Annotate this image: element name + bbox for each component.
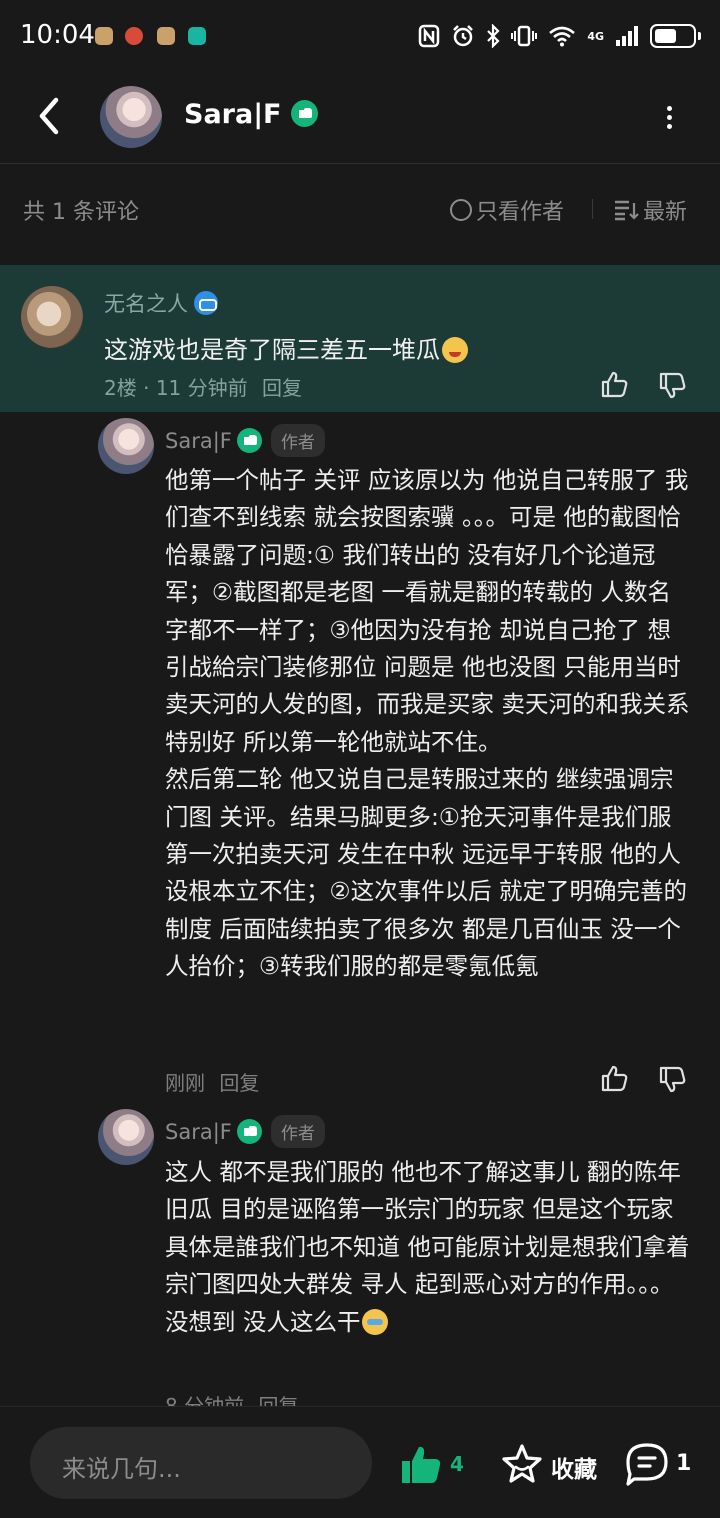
more-dot-icon <box>667 115 672 120</box>
author-tag: 作者 <box>270 1115 325 1148</box>
comment-count-label: 共 1 条评论 <box>23 200 139 225</box>
commenter-avatar[interactable] <box>21 286 83 348</box>
back-button[interactable] <box>32 94 72 138</box>
reply-text: 他第一个帖子 关评 应该原以为 他说自己转服了 我们查不到线索 就会按图索骥 。… <box>165 462 690 986</box>
meta-separator: · <box>143 376 150 400</box>
wifi-icon <box>549 26 576 47</box>
network-type: 4G <box>587 29 604 43</box>
crying-emoji-icon <box>362 1308 389 1335</box>
sort-button[interactable]: 最新 <box>613 194 687 226</box>
reply-author[interactable]: Sara|F 作者 <box>165 424 325 457</box>
header-user[interactable]: Sara|F <box>184 99 318 130</box>
sort-label: 最新 <box>643 200 688 225</box>
notification-app-icon <box>125 27 143 45</box>
header-divider <box>0 163 720 164</box>
comment-text: 这游戏也是奇了隔三差五一堆瓜 <box>104 330 468 365</box>
filter-divider <box>592 199 593 219</box>
star-icon[interactable] <box>500 1442 544 1486</box>
like-count: 4 <box>450 1452 464 1476</box>
alarm-icon <box>453 25 474 47</box>
reply-button[interactable]: 回复 <box>219 1071 259 1095</box>
commenter-username: 无名之人 <box>104 292 188 316</box>
reply-username: Sara|F <box>165 428 232 453</box>
notification-app-icon <box>157 27 175 45</box>
thumbs-down-icon[interactable] <box>658 372 686 400</box>
reply-author[interactable]: Sara|F 作者 <box>165 1115 325 1148</box>
reply-paragraph: 这人 都不是我们服的 他也不了解这事儿 翻的陈年旧瓜 目的是诬陷第一张宗门的玩家… <box>165 1158 690 1336</box>
like-icon[interactable] <box>399 1442 443 1486</box>
verified-badge-icon <box>236 1119 262 1144</box>
reply-paragraph: 然后第二轮 他又说自己是转服过来的 继续强调宗门图 关评。结果马脚更多:①抢天河… <box>165 765 688 981</box>
comment-icon[interactable] <box>624 1441 670 1487</box>
signal-icon <box>616 26 638 46</box>
reply-time: 刚刚 <box>165 1071 205 1095</box>
more-dot-icon <box>667 124 672 129</box>
notification-app-icon <box>95 27 113 45</box>
radio-circle-icon <box>450 199 472 221</box>
more-options-button[interactable] <box>660 106 680 130</box>
sort-icon <box>615 200 639 221</box>
reply-meta: 刚刚 回复 <box>165 1067 259 1096</box>
comment-count: 1 <box>676 1451 692 1476</box>
thumbs-up-icon[interactable] <box>600 370 628 398</box>
nfc-icon <box>419 24 440 48</box>
comment-text-content: 这游戏也是奇了隔三差五一堆瓜 <box>104 336 440 364</box>
reply-paragraph: 他第一个帖子 关评 应该原以为 他说自己转服了 我们查不到线索 就会按图索骥 。… <box>165 466 690 756</box>
verified-badge-icon <box>236 428 262 453</box>
comment-time: 11 分钟前 <box>155 376 248 400</box>
thumbs-up-icon[interactable] <box>600 1064 628 1092</box>
commenter-name[interactable]: 无名之人 <box>104 288 218 318</box>
more-dot-icon <box>667 106 672 111</box>
header-avatar[interactable] <box>100 86 162 148</box>
reply-avatar[interactable] <box>98 1109 154 1165</box>
battery-level <box>655 29 676 43</box>
grin-emoji-icon <box>442 337 468 363</box>
notification-app-icon <box>188 27 206 45</box>
status-time: 10:04 <box>20 20 95 50</box>
collect-button[interactable]: 收藏 <box>551 1450 597 1484</box>
thumbs-down-icon[interactable] <box>658 1066 686 1094</box>
reply-avatar[interactable] <box>98 418 154 474</box>
verified-badge-icon <box>290 100 318 127</box>
bluetooth-icon <box>487 24 500 48</box>
status-icons: 4G <box>418 22 701 50</box>
author-only-toggle[interactable]: 只看作者 <box>450 194 564 226</box>
header-username: Sara|F <box>184 99 282 130</box>
comment-input-placeholder: 来说几句... <box>62 1455 181 1483</box>
author-tag: 作者 <box>270 424 325 457</box>
vibrate-icon <box>511 25 538 47</box>
gamepad-badge-icon <box>194 291 218 315</box>
author-only-label: 只看作者 <box>476 200 565 225</box>
reply-text: 这人 都不是我们服的 他也不了解这事儿 翻的陈年旧瓜 目的是诬陷第一张宗门的玩家… <box>165 1154 690 1341</box>
reply-button[interactable]: 回复 <box>262 376 302 400</box>
floor-number: 2楼 <box>104 376 137 400</box>
battery-icon <box>650 24 701 48</box>
reply-username: Sara|F <box>165 1119 232 1144</box>
comment-meta: 2楼 · 11 分钟前 回复 <box>104 372 302 401</box>
